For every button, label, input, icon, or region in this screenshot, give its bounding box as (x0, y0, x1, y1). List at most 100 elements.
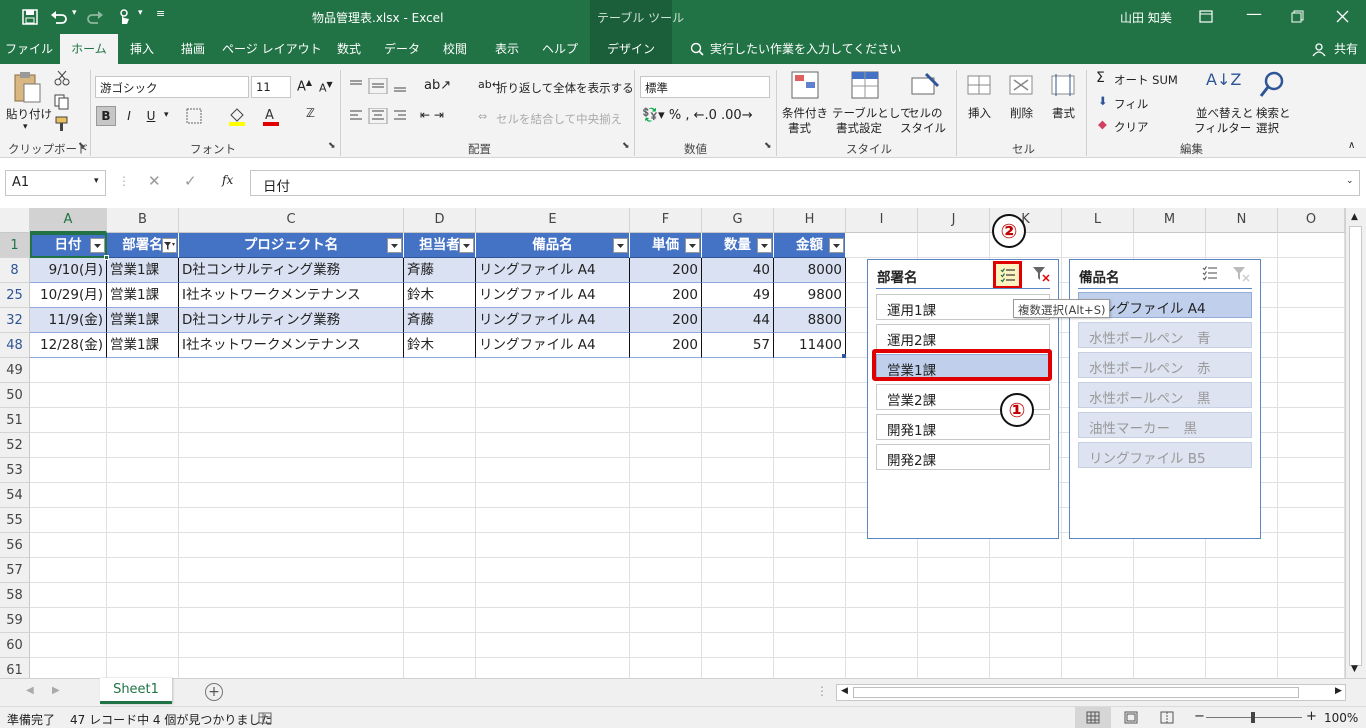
grid-cell[interactable] (1134, 558, 1206, 583)
grid-cell[interactable] (702, 383, 774, 408)
table-header-cell[interactable]: 数量 (702, 233, 774, 258)
grid-cell[interactable] (476, 383, 630, 408)
grid-cell[interactable] (1278, 333, 1345, 358)
vertical-scrollbar[interactable]: ▲ ▼ (1345, 208, 1366, 678)
undo-dropdown-icon[interactable]: ▾ (72, 8, 77, 18)
grid-cell[interactable] (179, 533, 404, 558)
grid-cell[interactable] (1206, 608, 1278, 633)
grid-cell[interactable] (107, 458, 179, 483)
horizontal-align-icons[interactable] (348, 108, 410, 124)
row-header[interactable]: 52 (0, 433, 30, 458)
grid-cell[interactable] (1278, 583, 1345, 608)
slicer-item-disabled[interactable]: 水性ボールペン 青 (1078, 322, 1252, 348)
grid-cell[interactable] (1278, 283, 1345, 308)
column-header[interactable]: M (1134, 208, 1206, 233)
column-header[interactable]: O (1278, 208, 1345, 233)
grid-cell[interactable] (30, 458, 107, 483)
table-cell[interactable]: 200 (630, 333, 702, 358)
grid-cell[interactable] (179, 408, 404, 433)
zoom-slider-thumb[interactable] (1251, 712, 1255, 723)
grid-cell[interactable] (990, 608, 1062, 633)
tab-review[interactable]: 校閲 (432, 34, 478, 64)
column-header[interactable]: N (1206, 208, 1278, 233)
tab-page-layout[interactable]: ページ レイアウト (222, 34, 322, 64)
grid-cell[interactable] (1134, 608, 1206, 633)
find-select-label2[interactable]: 選択 (1256, 120, 1279, 136)
grid-cell[interactable] (702, 358, 774, 383)
table-header-cell[interactable]: 単価 (630, 233, 702, 258)
grid-cell[interactable] (630, 483, 702, 508)
grid-cell[interactable] (702, 433, 774, 458)
grid-cell[interactable] (107, 508, 179, 533)
tab-insert[interactable]: 挿入 (120, 34, 164, 64)
grid-cell[interactable] (404, 483, 476, 508)
name-box[interactable]: A1 (5, 170, 106, 196)
tab-data[interactable]: データ (378, 34, 426, 64)
row-header[interactable]: 53 (0, 458, 30, 483)
grid-cell[interactable] (404, 508, 476, 533)
grid-cell[interactable] (404, 458, 476, 483)
zoom-level[interactable]: 100% (1324, 711, 1358, 725)
grid-cell[interactable] (476, 408, 630, 433)
grid-cell[interactable] (630, 558, 702, 583)
orientation-icon[interactable]: ab↗ (424, 78, 451, 93)
grid-cell[interactable] (107, 558, 179, 583)
grid-cell[interactable] (476, 433, 630, 458)
grid-cell[interactable] (774, 633, 846, 658)
phonetic-icon[interactable]: ℤ (306, 106, 315, 120)
row-header[interactable]: 57 (0, 558, 30, 583)
filter-applied-icon[interactable] (162, 238, 177, 253)
format-painter-icon[interactable] (54, 116, 70, 132)
underline-dropdown-icon[interactable]: ▾ (164, 110, 169, 120)
cut-icon[interactable] (54, 70, 70, 86)
format-cells-button[interactable]: 書式 (1052, 105, 1075, 121)
row-header[interactable]: 55 (0, 508, 30, 533)
paste-dropdown-icon[interactable]: ▾ (23, 122, 28, 132)
grid-cell[interactable] (630, 433, 702, 458)
tab-home[interactable]: ホーム (60, 34, 118, 64)
grid-cell[interactable] (702, 483, 774, 508)
save-icon[interactable] (22, 9, 38, 25)
grid-cell[interactable] (630, 583, 702, 608)
grid-cell[interactable] (846, 608, 918, 633)
table-cell[interactable]: 40 (702, 258, 774, 283)
grid-cell[interactable] (918, 233, 990, 258)
page-layout-view-icon[interactable] (1124, 711, 1138, 724)
grid-cell[interactable] (1062, 658, 1134, 678)
scroll-up-icon[interactable]: ▲ (1351, 212, 1358, 222)
horizontal-scrollbar[interactable]: ◀ ▶ (836, 684, 1346, 701)
table-cell[interactable]: 斉藤 (404, 308, 476, 333)
borders-icon[interactable] (186, 108, 202, 124)
slicer-item-disabled[interactable]: 水性ボールペン 黒 (1078, 382, 1252, 408)
grid-cell[interactable] (702, 558, 774, 583)
font-color-icon[interactable]: A (262, 106, 280, 126)
table-cell[interactable]: 200 (630, 283, 702, 308)
multi-select-button[interactable] (993, 261, 1022, 289)
grid-cell[interactable] (774, 583, 846, 608)
grid-cell[interactable] (702, 633, 774, 658)
grid-cell[interactable] (630, 358, 702, 383)
clipboard-launcher-icon[interactable]: ⬊ (78, 141, 86, 151)
table-cell[interactable]: 12/28(金) (30, 333, 107, 358)
grid-cell[interactable] (1278, 608, 1345, 633)
grid-cell[interactable] (1134, 633, 1206, 658)
filter-dropdown-icon[interactable] (613, 238, 628, 253)
column-header[interactable]: B (107, 208, 179, 233)
grid-cell[interactable] (1278, 308, 1345, 333)
cell-styles-icon[interactable] (910, 70, 940, 100)
grid-cell[interactable] (30, 433, 107, 458)
grid-cell[interactable] (476, 533, 630, 558)
grid-cell[interactable] (1278, 658, 1345, 678)
grid-cell[interactable] (404, 558, 476, 583)
grid-cell[interactable] (630, 633, 702, 658)
scroll-left-icon[interactable]: ◀ (841, 686, 848, 696)
insert-function-button[interactable]: fx (222, 173, 233, 187)
tab-draw[interactable]: 描画 (170, 34, 216, 64)
grid-cell[interactable] (1278, 558, 1345, 583)
grid-cell[interactable] (30, 508, 107, 533)
insert-cells-icon[interactable] (966, 72, 992, 98)
grid-cell[interactable] (1278, 258, 1345, 283)
column-header[interactable]: J (918, 208, 990, 233)
format-as-table-button[interactable]: テーブルとして (832, 105, 911, 121)
alignment-launcher-icon[interactable]: ⬊ (622, 141, 630, 151)
